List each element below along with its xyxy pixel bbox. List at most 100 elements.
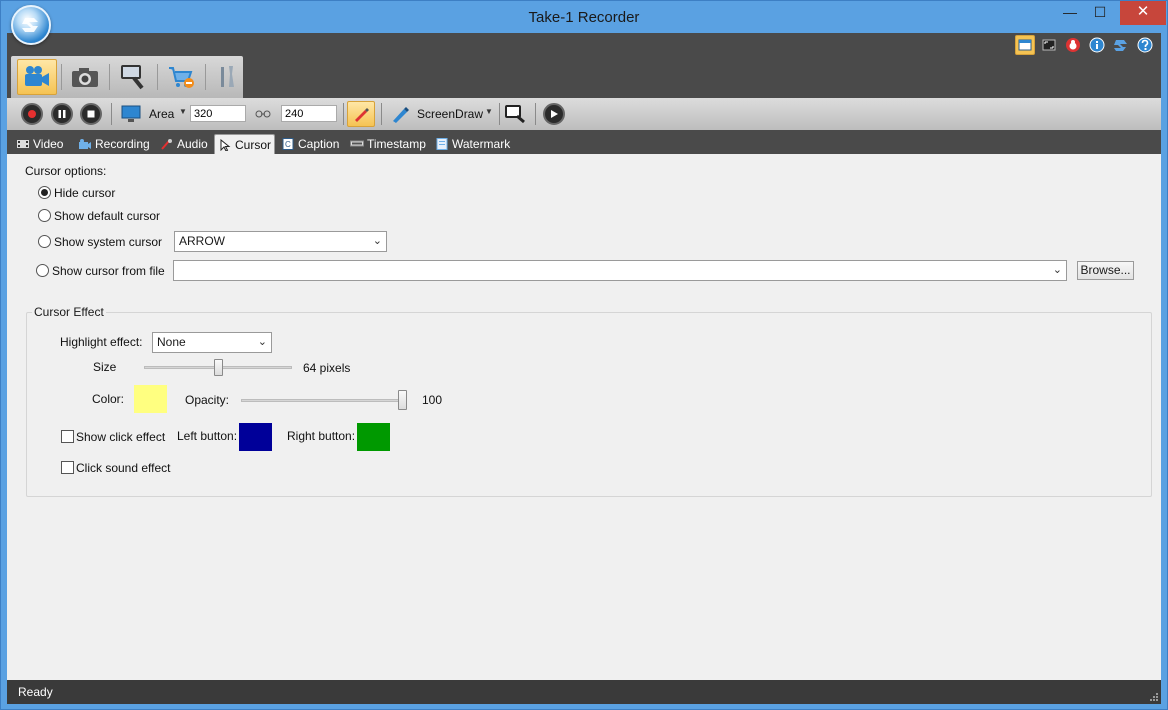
stop-button[interactable] [80, 103, 102, 125]
screen-capture-icon[interactable] [113, 59, 153, 95]
play-button[interactable] [543, 103, 565, 125]
show-cursor-from-file-radio[interactable] [36, 264, 49, 277]
opacity-slider-thumb[interactable] [398, 390, 407, 410]
highlight-effect-select[interactable]: None ⌄ [152, 332, 272, 353]
monitor-icon[interactable] [119, 102, 143, 126]
mode-separator [157, 64, 158, 90]
hide-cursor-label[interactable]: Hide cursor [54, 186, 115, 200]
opacity-slider[interactable] [241, 399, 407, 402]
info-icon[interactable] [1087, 35, 1107, 55]
tab-watermark[interactable]: Watermark [432, 134, 513, 154]
size-value: 64 pixels [303, 361, 351, 375]
toolbar-separator [111, 103, 112, 125]
mode-button-group [11, 56, 243, 98]
recording-toolbar: Area ▼ ScreenDraw ▼ [7, 98, 1161, 130]
click-sound-effect-label[interactable]: Click sound effect [76, 461, 171, 475]
tab-timestamp[interactable]: Timestamp [347, 134, 429, 154]
tab-watermark-label: Watermark [452, 137, 511, 151]
tab-recording[interactable]: Recording [75, 134, 153, 154]
help-icon[interactable] [1135, 35, 1155, 55]
show-default-cursor-radio[interactable] [38, 209, 51, 222]
window-title: Take-1 Recorder [528, 9, 640, 26]
video-camera-icon[interactable] [17, 59, 57, 95]
right-button-color-swatch[interactable] [357, 423, 390, 451]
cart-icon[interactable] [161, 59, 201, 95]
mode-separator [205, 64, 206, 90]
bug-icon[interactable] [1063, 35, 1083, 55]
width-input[interactable] [190, 105, 246, 122]
app-logo-icon[interactable] [11, 5, 51, 45]
click-sound-effect-checkbox[interactable] [61, 461, 74, 474]
chevron-down-icon: ⌄ [372, 235, 382, 247]
svg-text:C: C [285, 140, 291, 149]
cursor-effect-title: Cursor Effect [32, 305, 106, 319]
tab-caption[interactable]: C Caption [278, 134, 342, 154]
opacity-label: Opacity: [185, 393, 230, 407]
color-label: Color: [92, 392, 125, 406]
settings-tab-strip: Video Recording Audio Cursor C Caption T… [7, 130, 1161, 154]
cursor-file-select[interactable]: ⌄ [173, 260, 1067, 281]
photo-camera-icon[interactable] [65, 59, 105, 95]
cursor-options-heading: Cursor options: [25, 164, 107, 178]
toolbar-separator [499, 103, 500, 125]
highlight-color-swatch[interactable] [134, 385, 167, 413]
toolbar-separator [381, 103, 382, 125]
opacity-value: 100 [422, 393, 443, 407]
fullscreen-icon[interactable] [1039, 35, 1059, 55]
status-bar: Ready [7, 680, 1161, 704]
close-button[interactable]: ✕ [1120, 1, 1166, 25]
show-system-cursor-radio[interactable] [38, 235, 51, 248]
height-input[interactable] [281, 105, 337, 122]
resize-grip-icon[interactable] [1149, 692, 1159, 702]
show-click-effect-label[interactable]: Show click effect [76, 430, 165, 444]
tools-icon[interactable] [207, 59, 247, 95]
size-slider-thumb[interactable] [213, 359, 223, 376]
screendraw-pen-icon[interactable] [389, 102, 413, 126]
hide-cursor-radio[interactable] [38, 186, 51, 199]
pause-button[interactable] [51, 103, 73, 125]
chevron-down-icon: ⌄ [257, 336, 267, 348]
top-right-icon-group [1015, 35, 1155, 55]
maximize-button[interactable]: ☐ [1085, 1, 1115, 25]
tab-video-label: Video [33, 137, 64, 151]
browse-button[interactable]: Browse... [1077, 261, 1134, 280]
show-default-cursor-label[interactable]: Show default cursor [54, 209, 160, 223]
chevron-down-icon: ⌄ [1052, 264, 1062, 276]
film-icon [17, 140, 29, 148]
title-bar[interactable]: Take-1 Recorder — ☐ ✕ [1, 1, 1167, 33]
logo-icon[interactable] [1111, 35, 1131, 55]
cursor-settings-panel: Cursor options: Hide cursor Show default… [7, 154, 1161, 680]
link-dimensions-icon[interactable] [253, 102, 273, 126]
minimize-button[interactable]: — [1055, 1, 1085, 25]
tab-audio[interactable]: Audio [157, 134, 211, 154]
toolbar-separator [343, 103, 344, 125]
zoom-icon[interactable] [503, 102, 527, 126]
area-dropdown-caret-icon[interactable]: ▼ [179, 107, 187, 116]
show-cursor-from-file-label[interactable]: Show cursor from file [52, 264, 165, 278]
tab-cursor-label: Cursor [235, 137, 272, 152]
mode-separator [61, 64, 62, 90]
highlight-effect-value: None [157, 335, 186, 349]
screendraw-label[interactable]: ScreenDraw [417, 107, 483, 121]
highlight-effect-label: Highlight effect: [60, 335, 143, 349]
area-label[interactable]: Area [149, 107, 174, 121]
toolbar-separator [535, 103, 536, 125]
tab-recording-label: Recording [95, 137, 150, 151]
left-button-color-swatch[interactable] [239, 423, 272, 451]
tab-caption-label: Caption [298, 137, 340, 151]
watermark-icon [436, 138, 448, 150]
status-text: Ready [18, 685, 53, 699]
recording-icon [79, 139, 91, 149]
pen-icon[interactable] [347, 101, 375, 127]
tab-audio-label: Audio [177, 137, 208, 151]
record-button[interactable] [21, 103, 43, 125]
system-cursor-select[interactable]: ARROW ⌄ [174, 231, 387, 252]
caption-icon: C [282, 138, 294, 150]
show-click-effect-checkbox[interactable] [61, 430, 74, 443]
tab-cursor[interactable]: Cursor [214, 134, 276, 154]
window-icon[interactable] [1015, 35, 1035, 55]
screendraw-dropdown-caret-icon[interactable]: ▼ [485, 107, 493, 116]
tab-video[interactable]: Video [13, 134, 66, 154]
show-system-cursor-label[interactable]: Show system cursor [54, 235, 162, 249]
left-button-label: Left button: [177, 429, 238, 443]
